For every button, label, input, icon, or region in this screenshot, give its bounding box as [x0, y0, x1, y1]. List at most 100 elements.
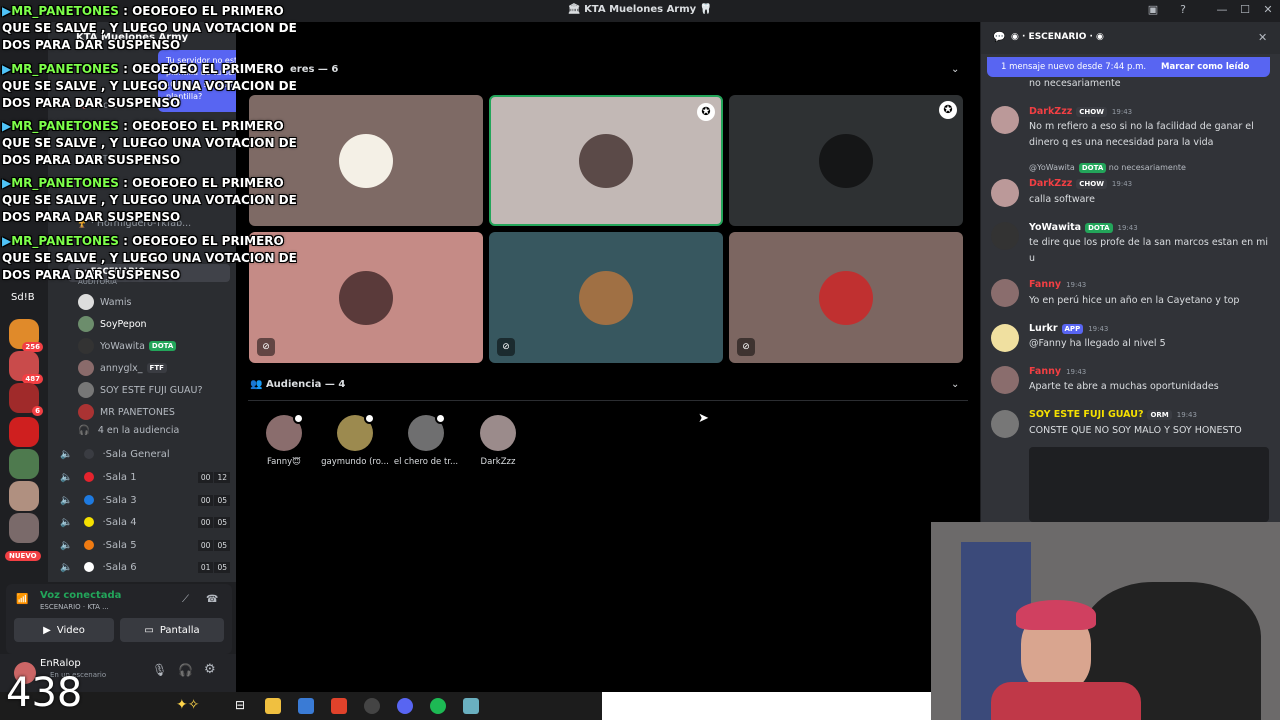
maximize-button[interactable]: ☐	[1237, 3, 1253, 19]
avatar	[579, 270, 633, 325]
disconnect-icon[interactable]: ☎	[206, 594, 218, 605]
file-explorer-icon[interactable]	[265, 698, 281, 714]
speaker-icon: 🔈	[60, 561, 73, 573]
speaker-icon: 🔈	[60, 539, 73, 551]
sala-dot	[84, 495, 95, 505]
audience-member[interactable]: DarkZzz	[460, 415, 536, 467]
avatar[interactable]	[991, 222, 1019, 250]
chat-bubble-icon: 💬	[993, 32, 1006, 43]
message-author[interactable]: DarkZzz CHOW 19:43	[1029, 106, 1132, 117]
speaker-tile[interactable]: ⊘	[729, 232, 963, 363]
speaker-tile[interactable]: ✪	[489, 95, 723, 226]
channel-sala-5[interactable]: 🔈 · Sala 5 00 05	[60, 535, 230, 555]
close-button[interactable]: ✕	[1260, 3, 1276, 19]
speaker-icon: 🔈	[60, 471, 73, 483]
message-author[interactable]: Lurkr APP 19:43	[1029, 323, 1108, 334]
minimize-button[interactable]: —	[1214, 3, 1230, 19]
avatar[interactable]	[991, 410, 1019, 438]
avatar[interactable]	[991, 179, 1019, 207]
screen-button[interactable]: ▭ Pantalla	[120, 618, 224, 642]
audience-member[interactable]: el chero de tr...	[388, 413, 464, 467]
stage-user[interactable]: SOY ESTE FUJI GUAU?	[78, 381, 203, 399]
streamer-shirt	[991, 682, 1141, 720]
gear-icon[interactable]: ⚙	[204, 662, 216, 677]
channel-sala-3[interactable]: 🔈 · Sala 3 00 05	[60, 490, 230, 510]
headphones-icon: 🎧	[78, 424, 90, 436]
discord-icon[interactable]	[397, 698, 413, 714]
noise-icon[interactable]: ⟋	[182, 594, 189, 605]
channel-sala-6[interactable]: 🔈 · Sala 6 01 05	[60, 557, 230, 577]
message-author[interactable]: YoWawita DOTA 19:43	[1029, 222, 1138, 233]
new-badge: NUEVO	[5, 551, 41, 561]
stage-user[interactable]: annyglx_ FTF	[78, 359, 167, 377]
app-icon[interactable]	[463, 698, 479, 714]
webcam-feed	[931, 522, 1280, 720]
video-button[interactable]: ▶ Video	[14, 618, 114, 642]
audience-header[interactable]: 👥 Audiencia — 4	[250, 379, 345, 390]
task-view-icon[interactable]: ⊟	[232, 698, 248, 714]
new-messages-bar[interactable]: 1 mensaje nuevo desde 7:44 p.m. Marcar c…	[987, 57, 1270, 77]
server-icon[interactable]: 6	[9, 383, 43, 416]
screen-share-icon: ▭	[144, 624, 154, 636]
microphone-icon[interactable]: 🎙	[152, 663, 167, 677]
brave-icon[interactable]	[331, 698, 347, 714]
audience-count[interactable]: 🎧 4 en la audiencia	[78, 421, 179, 439]
server-icon[interactable]	[9, 417, 39, 447]
chevron-down-icon[interactable]: ⌄	[951, 64, 959, 75]
stream-chat-overlay: ▶MR_PANETONES : OEOEOEO EL PRIMERO QUE S…	[2, 62, 297, 110]
stream-chat-overlay: ▶MR_PANETONES : OEOEOEO EL PRIMERO QUE S…	[2, 234, 297, 282]
stage-user[interactable]: Wamis	[78, 293, 131, 311]
inbox-icon[interactable]: ▣	[1145, 3, 1161, 19]
spotify-icon[interactable]	[430, 698, 446, 714]
reply-preview[interactable]: @YoWawita DOTA no necesariamente	[1029, 163, 1186, 173]
speaker-tile[interactable]: ⊘	[489, 232, 723, 363]
avatar[interactable]	[991, 366, 1019, 394]
avatar	[579, 133, 633, 188]
avatar	[339, 270, 393, 325]
server-icon[interactable]: 487	[9, 351, 43, 384]
headphones-icon[interactable]: 🎧	[178, 663, 193, 677]
taskbar-blank	[602, 692, 931, 720]
channel-sala-general[interactable]: 🔈 · Sala General	[60, 444, 230, 464]
channel-sala-4[interactable]: 🔈 · Sala 4 00 05	[60, 512, 230, 532]
stage-user[interactable]: SoyPepon	[78, 315, 147, 333]
stage-user[interactable]: MR PANETONES	[78, 403, 175, 421]
message-author[interactable]: SOY ESTE FUJI GUAU? ORM 19:43	[1029, 409, 1197, 420]
message-text: te dire que los profe de la san marcos e…	[1029, 237, 1269, 264]
avatar	[266, 413, 304, 451]
divider	[248, 400, 968, 401]
obs-icon[interactable]	[364, 698, 380, 714]
server-icon[interactable]	[9, 449, 39, 479]
channel-sala-1[interactable]: 🔈 · Sala 1 00 12	[60, 467, 230, 487]
avatar	[339, 133, 393, 188]
avatar[interactable]	[991, 279, 1019, 307]
store-icon[interactable]	[298, 698, 314, 714]
close-icon[interactable]: ✕	[1258, 31, 1267, 44]
server-icon[interactable]	[9, 481, 39, 511]
server-icon[interactable]	[9, 513, 39, 543]
speaker-tile[interactable]: ✪	[729, 95, 963, 226]
message-author[interactable]: DarkZzz CHOW 19:43	[1029, 178, 1132, 189]
moderator-icon: ✪	[697, 103, 715, 121]
chevron-down-icon[interactable]: ⌄	[951, 379, 959, 390]
audience-member[interactable]: Fanny😇	[246, 413, 322, 467]
speaker-icon: 🔈	[60, 494, 73, 506]
audience-member[interactable]: gaymundo (ro...	[317, 413, 393, 467]
avatar[interactable]	[991, 324, 1019, 352]
chat-title: ◉ · ESCENARIO · ◉	[1011, 32, 1104, 42]
chat-panel: 💬 ◉ · ESCENARIO · ◉ ✕ 1 mensaje nuevo de…	[980, 22, 1280, 522]
avatar[interactable]	[991, 106, 1019, 134]
avatar	[819, 270, 873, 325]
mark-read-button[interactable]: Marcar como leído	[1161, 62, 1249, 72]
stage-user[interactable]: YoWawita DOTA	[78, 337, 177, 355]
speaker-icon: 🔈	[60, 448, 73, 460]
server-icon[interactable]: 256	[9, 319, 43, 352]
sparkle-icon[interactable]: ✦✧	[176, 697, 199, 713]
muted-mic-icon: ⊘	[257, 338, 275, 356]
help-icon[interactable]: ?	[1175, 3, 1191, 19]
message-author[interactable]: Fanny 19:43	[1029, 279, 1086, 290]
message-text: Aparte te abre a muchas oportunidades	[1029, 381, 1219, 392]
screenshot-attachment[interactable]	[1029, 447, 1269, 522]
message-author[interactable]: Fanny 19:43	[1029, 366, 1086, 377]
voice-location[interactable]: ESCENARIO · KTA ...	[40, 603, 109, 611]
